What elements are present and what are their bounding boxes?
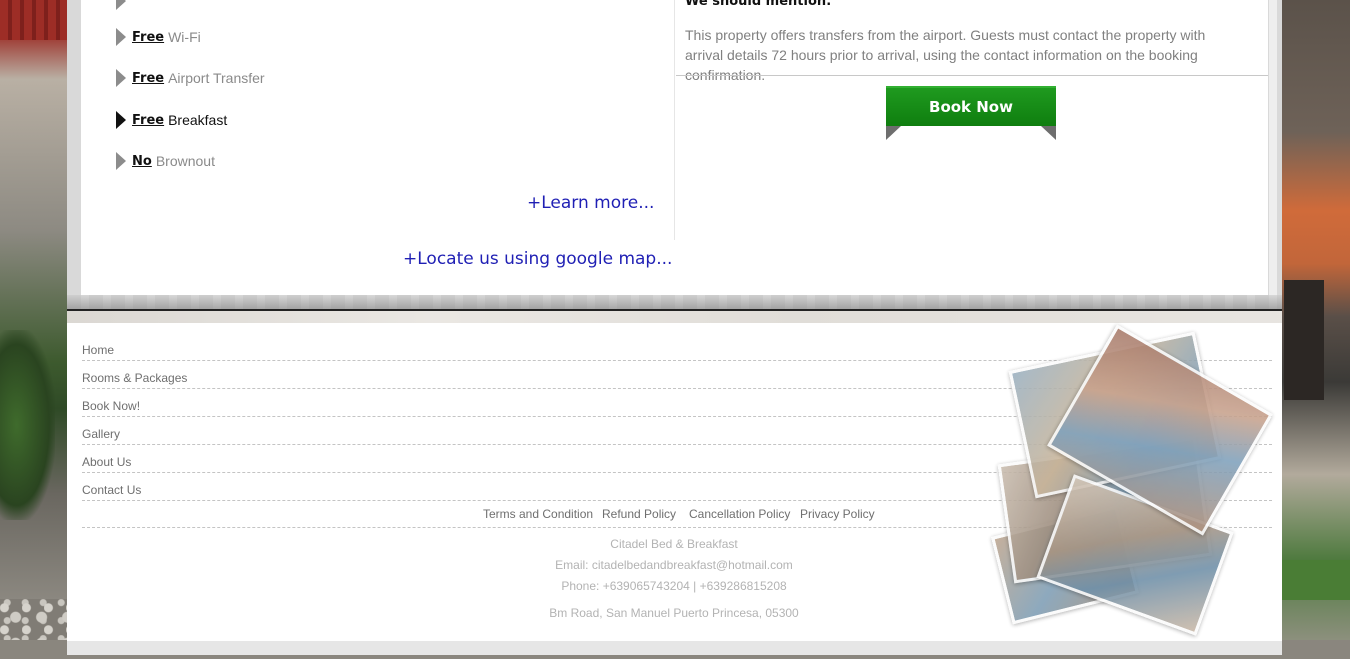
locate-map-link[interactable]: +Locate us using google map... xyxy=(403,249,672,269)
amenity-item-partial xyxy=(116,0,132,10)
amenity-item-wifi: Free Wi-Fi xyxy=(116,28,201,46)
background-grass xyxy=(1280,560,1350,600)
triangle-right-icon xyxy=(116,152,126,170)
amenity-keyword: No xyxy=(132,153,152,169)
ribbon-fold-right xyxy=(1041,126,1056,140)
contact-email: Email: citadelbedandbreakfast@hotmail.co… xyxy=(555,558,793,572)
amenity-keyword: Free xyxy=(132,29,165,45)
triangle-right-icon xyxy=(116,0,126,10)
amenity-label: Airport Transfer xyxy=(168,70,265,86)
triangle-right-icon xyxy=(116,28,126,46)
amenity-item-airport-transfer: Free Airport Transfer xyxy=(116,69,265,87)
background-door xyxy=(1284,280,1324,400)
triangle-right-icon xyxy=(116,69,126,87)
amenity-item-brownout: No Brownout xyxy=(116,152,215,170)
footer-bottom-bar xyxy=(67,641,1282,655)
amenity-label: Breakfast xyxy=(168,112,228,128)
background-plant xyxy=(0,330,55,520)
footer-nav-label: Rooms & Packages xyxy=(82,370,188,385)
background-left-photo xyxy=(0,0,70,659)
footer-nav-label: Gallery xyxy=(82,426,121,441)
contact-phone: Phone: +639065743204 | +639286815208 xyxy=(561,579,787,593)
book-now-label: Book Now xyxy=(929,98,1013,116)
business-address: Bm Road, San Manuel Puerto Princesa, 053… xyxy=(549,606,799,620)
amenity-keyword: Free xyxy=(132,112,165,128)
amenity-label: Wi-Fi xyxy=(168,29,201,45)
mention-title: We should mention: xyxy=(685,0,832,9)
amenity-keyword: Free xyxy=(132,70,165,86)
ribbon-fold-left xyxy=(886,126,901,140)
amenity-item-breakfast: Free Breakfast xyxy=(116,111,227,129)
footer-nav-label: Contact Us xyxy=(82,482,142,497)
background-right-photo xyxy=(1280,0,1350,659)
business-name: Citadel Bed & Breakfast xyxy=(610,537,738,551)
book-now-button[interactable]: Book Now xyxy=(886,86,1056,126)
mention-divider xyxy=(676,75,1268,76)
amenity-label: Brownout xyxy=(155,153,215,169)
footer-nav-label: Home xyxy=(82,342,115,357)
refund-policy-link[interactable]: Refund Policy xyxy=(602,507,676,521)
footer-nav-label: About Us xyxy=(82,454,132,469)
background-roof xyxy=(0,0,70,40)
column-divider xyxy=(674,0,675,240)
footer-background-strip xyxy=(67,311,1282,323)
triangle-right-icon xyxy=(116,111,126,129)
cancellation-policy-link[interactable]: Cancellation Policy xyxy=(689,507,790,521)
terms-link[interactable]: Terms and Condition xyxy=(483,507,593,521)
mention-text: This property offers transfers from the … xyxy=(685,27,1206,83)
learn-more-link[interactable]: +Learn more... xyxy=(527,193,654,213)
privacy-policy-link[interactable]: Privacy Policy xyxy=(800,507,875,521)
photo-collage xyxy=(990,324,1273,636)
footer-nav-label: Book Now! xyxy=(82,398,141,413)
